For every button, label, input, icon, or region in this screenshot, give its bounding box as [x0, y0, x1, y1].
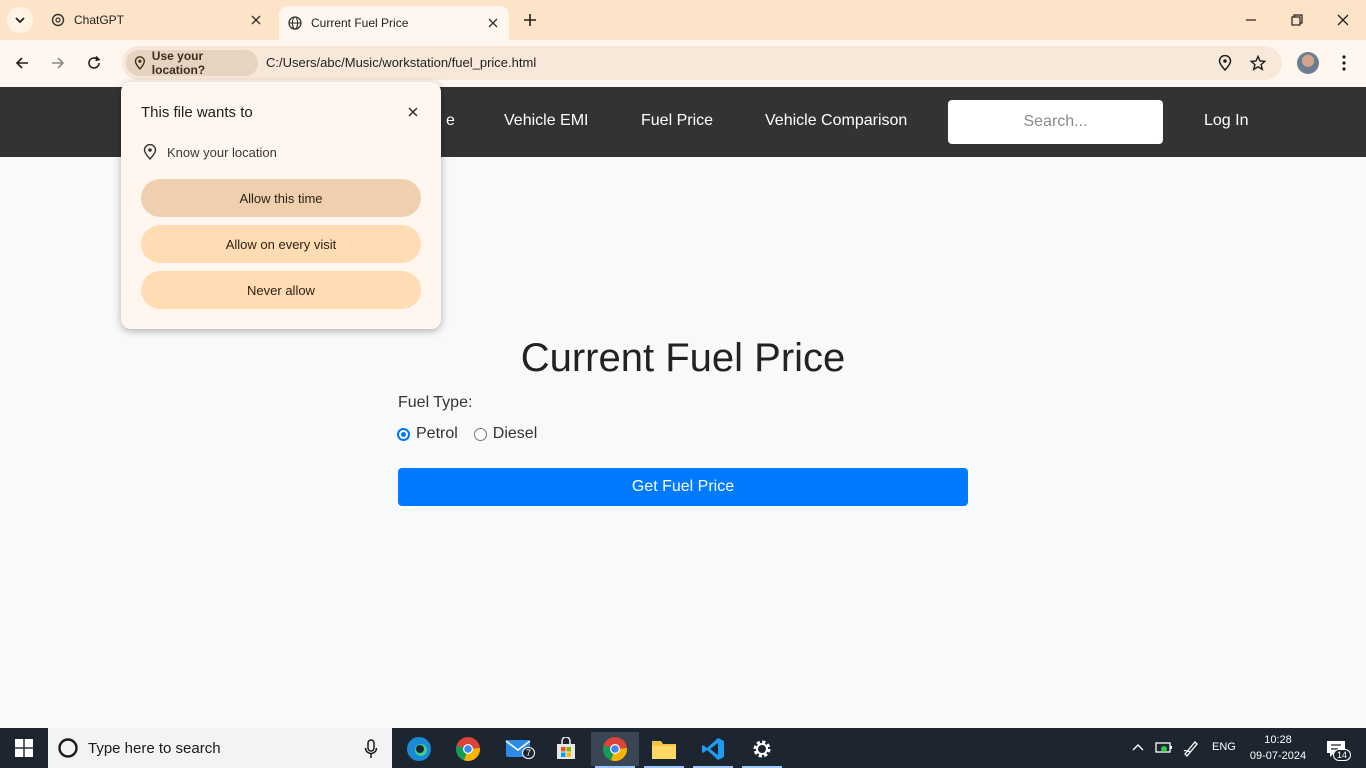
back-button[interactable]	[8, 49, 36, 77]
new-tab-button[interactable]	[518, 8, 542, 32]
pen-icon[interactable]	[1182, 739, 1200, 757]
vscode-taskbar-icon[interactable]	[689, 732, 737, 766]
close-icon	[408, 107, 418, 117]
settings-taskbar-icon[interactable]	[738, 732, 786, 766]
url-text[interactable]: C:/Users/abc/Music/workstation/fuel_pric…	[266, 55, 536, 70]
mail-badge: 7	[522, 747, 536, 759]
diesel-radio[interactable]	[473, 427, 487, 441]
cortana-circle-icon	[58, 738, 78, 758]
fuel-type-label: Fuel Type:	[398, 394, 473, 411]
location-pin-icon	[143, 144, 157, 160]
mail-taskbar-icon[interactable]	[494, 732, 542, 766]
clock[interactable]: 10:28 09-07-2024	[1246, 732, 1310, 764]
permission-label: Know your location	[167, 144, 277, 160]
location-pin-icon	[134, 56, 146, 70]
close-tab-icon[interactable]	[483, 13, 503, 33]
globe-icon	[287, 15, 303, 31]
clock-time: 10:28	[1264, 734, 1292, 746]
reload-icon	[88, 55, 101, 69]
chrome-taskbar-icon[interactable]	[444, 732, 492, 766]
taskbar-search-placeholder[interactable]: Type here to search	[88, 740, 221, 757]
login-link[interactable]: Log In	[1204, 112, 1248, 130]
never-allow-button[interactable]: Never allow	[141, 271, 421, 309]
chevron-down-icon	[15, 17, 25, 24]
restore-icon	[1291, 14, 1303, 26]
restore-button[interactable]	[1274, 0, 1320, 40]
site-search-input[interactable]	[948, 100, 1163, 144]
back-arrow-icon	[15, 57, 28, 69]
more-vertical-icon	[1342, 55, 1346, 71]
browser-menu-button[interactable]	[1334, 50, 1354, 76]
tab-title: Current Fuel Price	[311, 16, 409, 30]
allow-every-visit-button[interactable]: Allow on every visit	[141, 225, 421, 263]
battery-icon[interactable]	[1155, 740, 1173, 754]
forward-arrow-icon	[52, 57, 65, 69]
get-fuel-price-button[interactable]: Get Fuel Price	[398, 468, 968, 506]
nav-link-vehicle-comparison[interactable]: Vehicle Comparison	[765, 112, 907, 130]
popup-close-button[interactable]	[403, 102, 423, 122]
notification-badge: 14	[1333, 749, 1352, 761]
location-pin-icon	[1218, 55, 1232, 71]
bookmark-button[interactable]	[1247, 52, 1269, 74]
location-chip-label: Use your location?	[151, 49, 206, 77]
diesel-label[interactable]: Diesel	[493, 425, 537, 443]
start-button[interactable]	[0, 728, 48, 768]
close-window-button[interactable]	[1320, 0, 1366, 40]
minimize-button[interactable]	[1228, 0, 1274, 40]
location-permission-chip[interactable]: Use your location?	[126, 49, 258, 77]
forward-button[interactable]	[44, 49, 72, 77]
plus-icon	[524, 14, 536, 26]
profile-avatar[interactable]	[1297, 52, 1319, 74]
close-icon	[1337, 14, 1349, 26]
chrome-active-taskbar-icon[interactable]	[591, 732, 639, 766]
tab-chatgpt[interactable]: ChatGPT	[40, 0, 272, 40]
windows-logo-icon	[15, 739, 33, 757]
allow-this-time-button[interactable]: Allow this time	[141, 179, 421, 217]
nav-link-partial[interactable]: e	[446, 112, 455, 130]
tab-title: ChatGPT	[74, 13, 125, 27]
microphone-icon[interactable]	[364, 739, 378, 759]
file-explorer-taskbar-icon[interactable]	[640, 732, 688, 766]
tab-current-fuel-price[interactable]: Current Fuel Price	[279, 6, 509, 40]
nav-link-vehicle-emi[interactable]: Vehicle EMI	[504, 112, 588, 130]
language-indicator[interactable]: ENG	[1212, 741, 1236, 753]
nav-link-fuel-price[interactable]: Fuel Price	[641, 112, 713, 130]
chevron-up-icon[interactable]	[1132, 742, 1144, 752]
location-status-button[interactable]	[1214, 52, 1236, 74]
close-tab-icon[interactable]	[246, 10, 266, 30]
clock-date: 09-07-2024	[1249, 750, 1307, 762]
minimize-icon	[1246, 19, 1256, 21]
permission-item: Know your location	[143, 144, 277, 160]
tab-search-button[interactable]	[7, 7, 33, 33]
edge-taskbar-icon[interactable]	[395, 732, 443, 766]
page-title: Current Fuel Price	[520, 336, 846, 380]
star-icon	[1250, 55, 1266, 71]
petrol-radio[interactable]	[397, 427, 410, 441]
popup-title: This file wants to	[141, 104, 253, 121]
petrol-label[interactable]: Petrol	[416, 425, 458, 443]
chatgpt-icon	[50, 12, 66, 28]
reload-button[interactable]	[80, 49, 108, 77]
store-taskbar-icon[interactable]	[542, 732, 590, 766]
fuel-type-options: Petrol Diesel	[397, 425, 537, 443]
location-permission-popup: This file wants to Know your location Al…	[121, 82, 441, 329]
